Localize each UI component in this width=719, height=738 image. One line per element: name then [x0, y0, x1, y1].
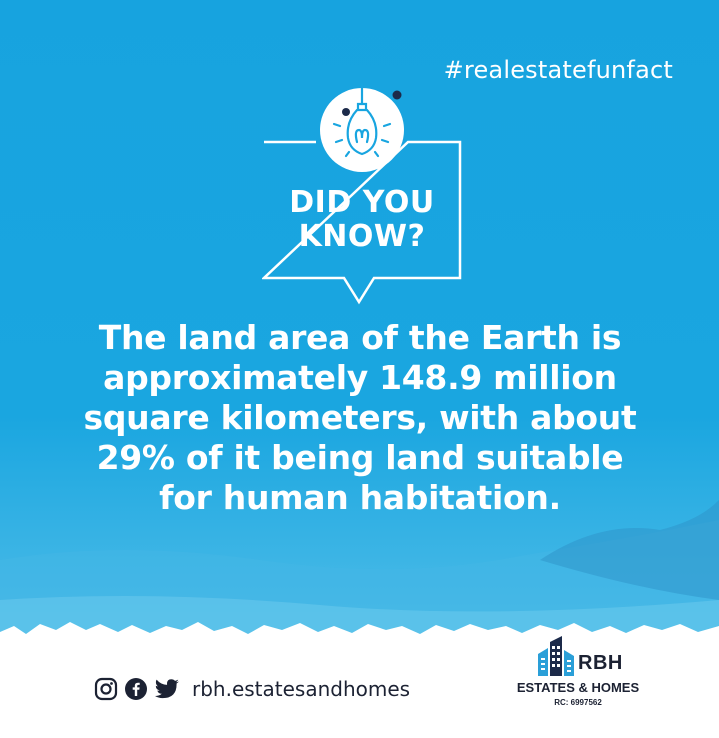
logo-registration: RC: 6997562: [554, 698, 602, 707]
fact-line: for human habitation.: [159, 478, 561, 517]
logo-name: RBH: [578, 652, 623, 674]
badge-line-1: DID YOU: [289, 185, 435, 220]
fact-text: The land area of the Earth is approximat…: [60, 318, 660, 518]
instagram-icon[interactable]: [94, 677, 118, 701]
social-footer: rbh.estatesandhomes: [94, 675, 410, 703]
fact-line: The land area of the Earth is: [98, 318, 622, 357]
did-you-know-heading: DID YOU KNOW?: [262, 186, 462, 254]
navy-dot: [392, 90, 402, 100]
rbh-logo: RBH ESTATES & HOMES RC: 6997562: [508, 636, 648, 716]
navy-dot-small: [342, 108, 350, 116]
fact-line: approximately 148.9 million: [103, 358, 617, 397]
facebook-icon[interactable]: [124, 677, 148, 701]
fact-line: square kilometers, with about: [83, 398, 637, 437]
poster: #realestatefunfact DID YOU KNOW? The lan…: [0, 0, 719, 738]
hashtag-text: #realestatefunfact: [443, 56, 673, 84]
twitter-icon[interactable]: [154, 677, 180, 701]
logo-subtitle: ESTATES & HOMES: [516, 680, 640, 695]
badge-line-2: KNOW?: [298, 219, 426, 254]
social-handle: rbh.estatesandhomes: [192, 677, 411, 701]
fact-line: 29% of it being land suitable: [96, 438, 624, 477]
building-logo-icon: [538, 636, 574, 676]
